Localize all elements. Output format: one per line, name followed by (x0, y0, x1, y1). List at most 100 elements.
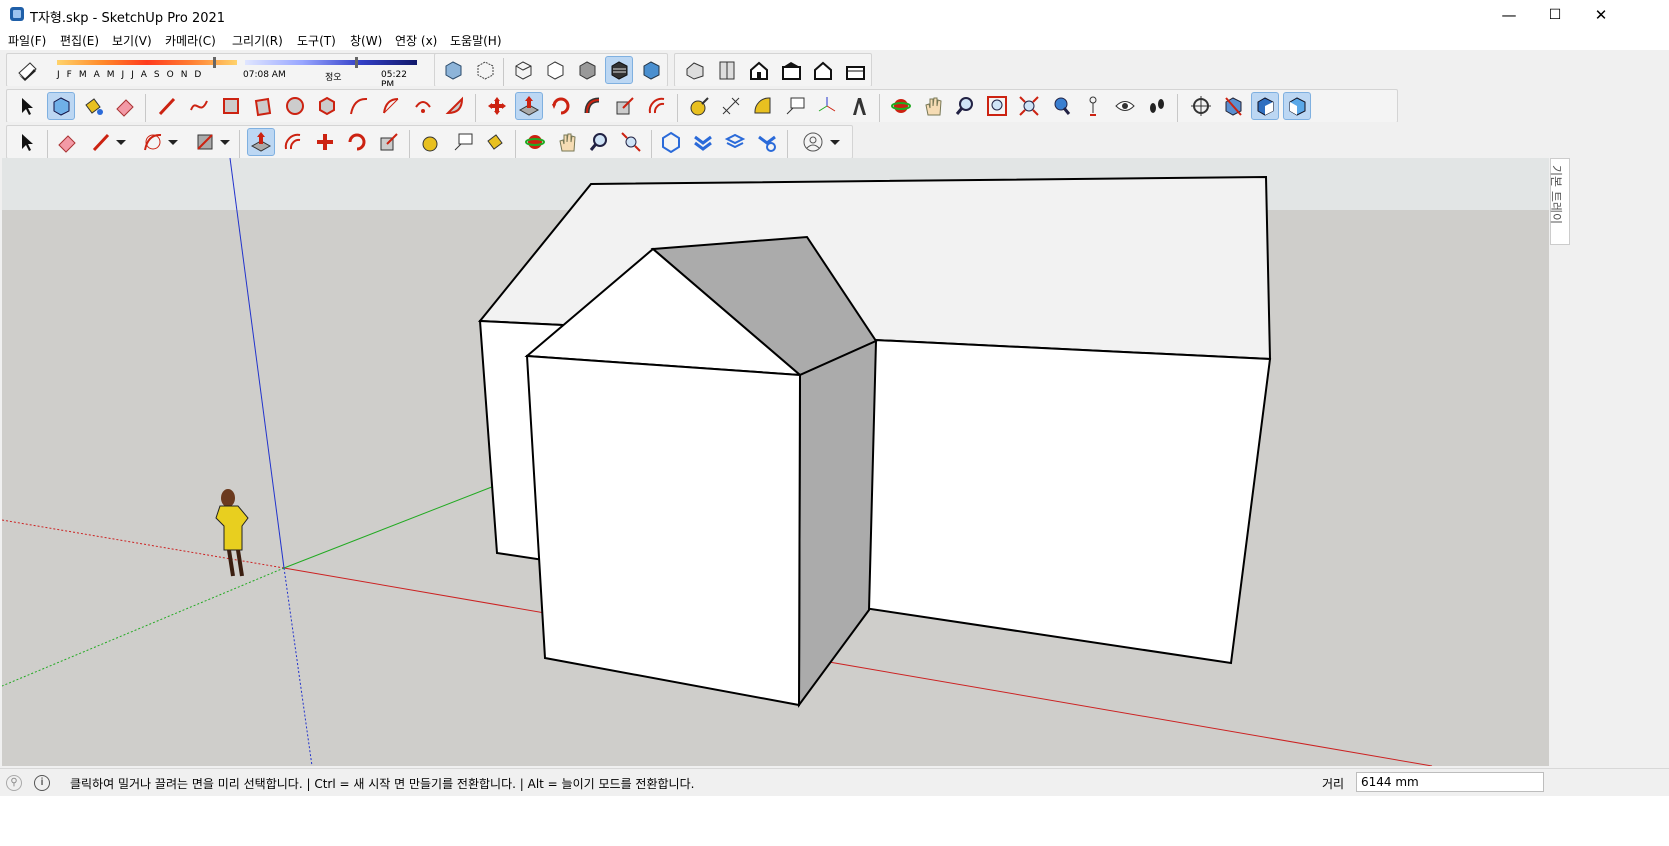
walk-tool[interactable] (1143, 92, 1171, 120)
position-camera-tool[interactable] (1079, 92, 1107, 120)
time-slider[interactable]: 07:08 AM 정오 05:22 PM (243, 57, 421, 90)
menu-edit[interactable]: 편집(E) (60, 32, 99, 49)
time-slider-thumb[interactable] (355, 57, 358, 68)
paint-bucket-tool-small[interactable] (481, 128, 509, 156)
freehand-tool[interactable] (185, 92, 213, 120)
extension-manager-button[interactable] (753, 128, 781, 156)
move-tool-small[interactable] (311, 128, 339, 156)
wing-front-face[interactable] (525, 354, 802, 707)
wireframe-button[interactable] (509, 56, 537, 84)
hidden-line-button[interactable] (541, 56, 569, 84)
menu-view[interactable]: 보기(V) (112, 32, 152, 49)
geo-location-icon[interactable]: ⚲ (6, 775, 22, 791)
info-icon[interactable]: i (34, 775, 50, 791)
pie-tool[interactable] (441, 92, 469, 120)
select-tool-small[interactable] (13, 128, 41, 156)
menu-draw[interactable]: 그리기(R) (232, 32, 283, 49)
account-button[interactable] (799, 128, 827, 156)
orbit-tool[interactable] (887, 92, 915, 120)
top-view-button[interactable] (713, 56, 741, 84)
offset-tool[interactable] (643, 92, 671, 120)
arc-tool-small[interactable] (139, 128, 167, 156)
maximize-button[interactable]: ☐ (1532, 0, 1578, 30)
protractor-tool[interactable] (749, 92, 777, 120)
zoom-window-tool[interactable] (983, 92, 1011, 120)
zoom-tool[interactable] (951, 92, 979, 120)
two-point-arc-tool[interactable] (377, 92, 405, 120)
monochrome-button[interactable] (637, 56, 665, 84)
polygon-tool[interactable] (313, 92, 341, 120)
text-tool[interactable] (781, 92, 809, 120)
menu-help[interactable]: 도움말(H) (450, 32, 502, 49)
measurements-input[interactable] (1356, 772, 1544, 792)
rotate-tool-small[interactable] (343, 128, 371, 156)
pan-tool[interactable] (919, 92, 947, 120)
eraser-tool[interactable] (111, 92, 139, 120)
three-point-arc-tool[interactable] (409, 92, 437, 120)
look-around-tool[interactable] (1111, 92, 1139, 120)
line-dropdown[interactable] (113, 128, 129, 156)
layout-send-button[interactable] (721, 128, 749, 156)
rectangle-tool[interactable] (217, 92, 245, 120)
shaded-button[interactable] (573, 56, 601, 84)
zoom-tool-small[interactable] (585, 128, 613, 156)
rotated-rectangle-tool[interactable] (249, 92, 277, 120)
account-dropdown[interactable] (827, 128, 843, 156)
circle-tool[interactable] (281, 92, 309, 120)
eraser-tool-small[interactable] (53, 128, 81, 156)
display-section-fill-tool[interactable] (1283, 92, 1311, 120)
menu-tools[interactable]: 도구(T) (297, 32, 336, 49)
display-section-cuts-tool[interactable] (1251, 92, 1279, 120)
menu-file[interactable]: 파일(F) (8, 32, 46, 49)
scale-tool-small[interactable] (375, 128, 403, 156)
shadow-toggle-button[interactable] (13, 56, 41, 84)
3d-warehouse-button[interactable] (657, 128, 685, 156)
right-view-button[interactable] (777, 56, 805, 84)
display-section-planes-tool[interactable] (1219, 92, 1247, 120)
zoom-extents-tool[interactable] (1015, 92, 1043, 120)
follow-me-tool[interactable] (579, 92, 607, 120)
arc-dropdown[interactable] (165, 128, 181, 156)
extension-warehouse-button[interactable] (689, 128, 717, 156)
menu-window[interactable]: 창(W) (350, 32, 382, 49)
select-tool[interactable] (13, 92, 41, 120)
month-slider-thumb[interactable] (213, 57, 216, 68)
pan-tool-small[interactable] (553, 128, 581, 156)
line-tool[interactable] (153, 92, 181, 120)
rectangle-tool-small[interactable] (191, 128, 219, 156)
xray-button[interactable] (439, 56, 467, 84)
arc-tool[interactable] (345, 92, 373, 120)
line-tool-small[interactable] (87, 128, 115, 156)
push-pull-tool-small[interactable] (247, 128, 275, 156)
scale-tool[interactable] (611, 92, 639, 120)
sketchup-app-icon[interactable] (10, 7, 24, 21)
text-tool-small[interactable] (449, 128, 477, 156)
axes-tool[interactable] (813, 92, 841, 120)
menu-extensions[interactable]: 연장 (x) (395, 32, 437, 49)
shaded-textures-button[interactable] (605, 56, 633, 84)
3d-text-tool[interactable] (845, 92, 873, 120)
rotate-tool[interactable] (547, 92, 575, 120)
month-slider[interactable]: JFMAMJJASOND (53, 57, 243, 84)
left-view-button[interactable] (841, 56, 869, 84)
iso-view-button[interactable] (681, 56, 709, 84)
default-tray-tab[interactable]: 기본 트레이 (1549, 158, 1570, 245)
component-tool[interactable] (47, 92, 75, 120)
dimension-tool[interactable] (717, 92, 745, 120)
section-plane-tool[interactable] (1187, 92, 1215, 120)
back-edges-button[interactable] (471, 56, 499, 84)
tape-measure-tool-small[interactable] (417, 128, 445, 156)
orbit-tool-small[interactable] (521, 128, 549, 156)
minimize-button[interactable]: — (1486, 0, 1532, 30)
back-view-button[interactable] (809, 56, 837, 84)
close-button[interactable]: ✕ (1578, 0, 1624, 30)
zoom-extents-tool-small[interactable] (617, 128, 645, 156)
previous-view-tool[interactable] (1047, 92, 1075, 120)
paint-bucket-tool[interactable] (79, 92, 107, 120)
offset-tool-small[interactable] (279, 128, 307, 156)
front-view-button[interactable] (745, 56, 773, 84)
model-scene[interactable] (2, 158, 1549, 766)
tape-measure-tool[interactable] (685, 92, 713, 120)
push-pull-tool[interactable] (515, 92, 543, 120)
move-tool[interactable] (483, 92, 511, 120)
